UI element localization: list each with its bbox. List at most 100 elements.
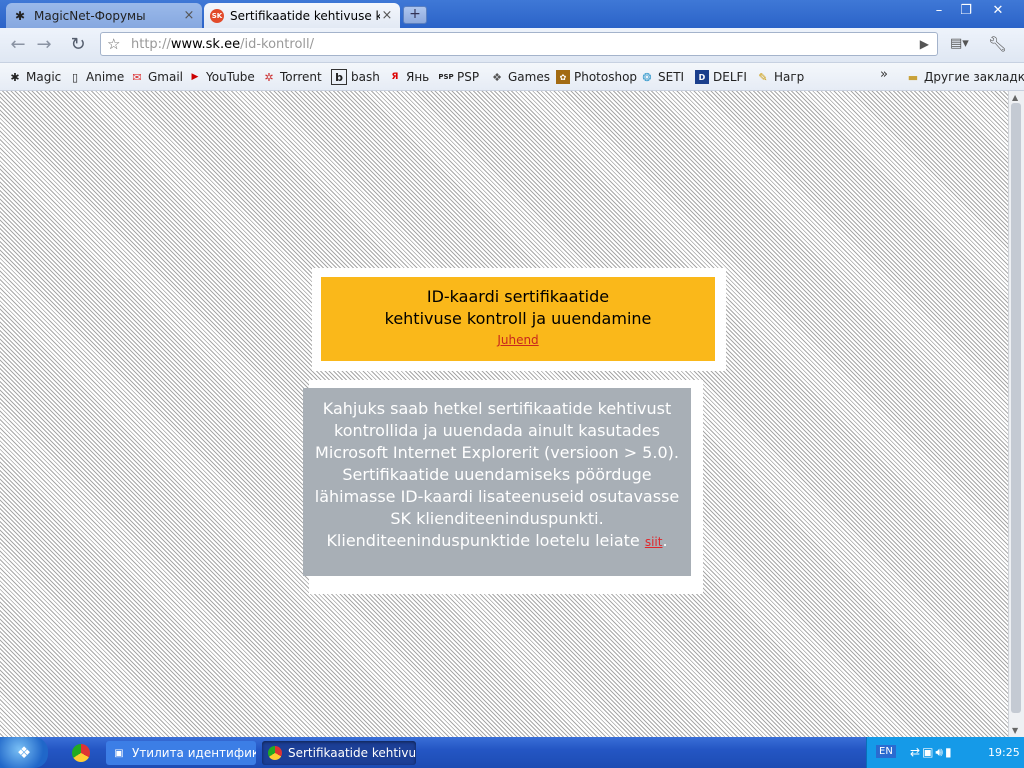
guide-link[interactable]: Juhend [321, 333, 715, 347]
url-host: www.sk.ee [170, 37, 241, 52]
bookmark-label: Другие закладки [924, 70, 1024, 84]
bookmark-yan[interactable]: Я Янь [388, 68, 430, 86]
page-icon: ▯ [71, 70, 79, 84]
bookmark-label: PSP [457, 70, 480, 84]
bookmark-label: Magic [26, 70, 62, 84]
star-icon[interactable]: ☆ [107, 35, 120, 53]
bookmark-anime[interactable]: ▯ Anime [68, 68, 124, 86]
bookmark-label: SETI [658, 70, 685, 84]
message-box: Kahjuks saab hetkel sertifikaatide kehti… [303, 388, 691, 576]
volume-icon[interactable]: 🔊︎ [935, 745, 945, 759]
psp-icon: PSP [438, 73, 454, 81]
page-title-line-2: kehtivuse kontroll ja uuendamine [384, 309, 652, 328]
back-arrow-icon[interactable]: ← [6, 32, 30, 56]
wrench-icon[interactable]: 🔧︎ [988, 35, 1007, 53]
tab-sertifikaatide[interactable]: SK Sertifikaatide kehtivuse ko... × [204, 3, 400, 28]
start-button[interactable]: ❖ [0, 737, 48, 768]
bookmark-magic[interactable]: ✱ Magic [8, 68, 61, 86]
scroll-up-icon[interactable]: ▲ [1012, 93, 1018, 102]
gmail-icon: ✉ [132, 70, 142, 84]
bookmark-youtube[interactable]: ▶ YouTube [188, 68, 255, 86]
message-last-suffix: . [662, 531, 668, 550]
taskbar-item-label: Sertifikaatide kehtivus... [288, 746, 416, 760]
utility-icon: ▣ [114, 747, 124, 759]
tab-magicnet[interactable]: ✱ MagicNet-Форумы × [6, 3, 202, 28]
language-indicator[interactable]: EN [876, 745, 896, 758]
ya-icon: Я [391, 72, 399, 82]
windows-logo-icon: ❖ [16, 743, 32, 762]
close-tab-icon[interactable]: × [182, 8, 196, 23]
chrome-quicklaunch-icon[interactable] [72, 744, 90, 762]
message-last-prefix: Klienditeeninduspunktide loetelu leiate [326, 531, 645, 550]
browser-toolbar: ← → ↻ ☆ http://www.sk.ee/id-kontroll/ ▶ … [0, 28, 1024, 63]
bookmark-label: Games [508, 70, 550, 84]
bookmark-label: Anime [86, 70, 125, 84]
youtube-icon: ▶ [191, 72, 199, 82]
bookmark-photoshop[interactable]: ✿ Photoshop [556, 68, 637, 86]
bookmark-psp[interactable]: PSP PSP [438, 68, 480, 86]
maximize-icon[interactable]: ❐ [953, 2, 979, 20]
scrollbar-thumb[interactable] [1011, 103, 1021, 713]
bookmark-games[interactable]: ❖ Games [490, 68, 550, 86]
new-tab-button[interactable]: + [403, 6, 427, 24]
title-box: ID-kaardi sertifikaatide kehtivuse kontr… [321, 277, 715, 361]
torrent-icon: ✲ [264, 70, 274, 84]
message-line: lähimasse ID-kaardi lisateenuseid osutav… [314, 487, 680, 506]
delfi-icon: D [695, 70, 709, 84]
message-line: kontrollida ja uuendada ainult kasutades [334, 421, 660, 440]
bookmarks-overflow-button[interactable]: » [880, 67, 888, 82]
bash-icon: b [331, 69, 347, 85]
folder-icon: ▬ [907, 70, 919, 84]
bookmark-label: DELFI [713, 70, 747, 84]
bookmark-delfi[interactable]: D DELFI [695, 68, 747, 86]
taskbar-item-utility[interactable]: ▣ Утилита идентифик... [106, 741, 256, 765]
bookmark-label: Янь [406, 70, 430, 84]
games-icon: ❖ [492, 70, 502, 84]
tab-title: MagicNet-Форумы [34, 8, 146, 23]
forward-arrow-icon[interactable]: → [32, 32, 56, 56]
bookmark-label: Photoshop [574, 70, 638, 84]
service-points-link[interactable]: siit [645, 535, 663, 549]
bookmark-seti[interactable]: ❂ SETI [640, 68, 684, 86]
vertical-scrollbar[interactable]: ▲ ▼ [1008, 91, 1024, 737]
close-window-icon[interactable]: ✕ [982, 2, 1014, 20]
photoshop-icon: ✿ [556, 70, 570, 84]
bookmark-nagr[interactable]: ✎ Нагр [756, 68, 804, 86]
bookmark-label: YouTube [206, 70, 255, 84]
bookmark-label: Torrent [280, 70, 322, 84]
battery-icon[interactable]: ▮ [945, 745, 954, 759]
spider-icon: ✱ [10, 70, 20, 84]
message-line-last: Klienditeeninduspunktide loetelu leiate … [303, 530, 691, 553]
message-line: Microsoft Internet Explorerit (versioon … [315, 443, 679, 462]
pencil-icon: ✎ [758, 70, 768, 84]
bookmark-gmail[interactable]: ✉ Gmail [130, 68, 183, 86]
tab-strip: ✱ MagicNet-Форумы × SK Sertifikaatide ke… [0, 0, 1024, 28]
page-menu-icon[interactable]: ▤▾ [950, 36, 969, 51]
bookmark-label: Gmail [148, 70, 184, 84]
go-icon[interactable]: ▶ [920, 37, 929, 51]
bookmark-label: Нагр [774, 70, 805, 84]
seti-icon: ❂ [642, 70, 652, 84]
scroll-down-icon[interactable]: ▼ [1012, 726, 1018, 735]
address-bar[interactable]: ☆ http://www.sk.ee/id-kontroll/ ▶ [100, 32, 938, 56]
bookmark-torrent[interactable]: ✲ Torrent [262, 68, 322, 86]
url-path: /id-kontroll/ [240, 37, 314, 52]
clock[interactable]: 19:25 [988, 746, 1020, 759]
other-bookmarks-button[interactable]: ▬ Другие закладки [906, 68, 1024, 86]
network-icon[interactable]: ⇄ [910, 745, 922, 759]
bookmark-label: bash [351, 70, 380, 84]
tray-icons[interactable]: ⇄▣🔊︎▮ [910, 745, 954, 760]
spider-icon: ✱ [14, 8, 26, 23]
taskbar-item-chrome[interactable]: Sertifikaatide kehtivus... [262, 741, 416, 765]
sk-favicon-icon: SK [210, 8, 224, 23]
bookmark-bash[interactable]: b bash [331, 68, 380, 86]
message-line: SK klienditeeninduspunkti. [390, 509, 604, 528]
minimize-icon[interactable]: – [926, 2, 952, 20]
bookmarks-bar: ✱ Magic ▯ Anime ✉ Gmail ▶ YouTube ✲ Torrent b… [0, 63, 1024, 91]
monitor-icon[interactable]: ▣ [922, 745, 935, 759]
url-text[interactable]: http://www.sk.ee/id-kontroll/ [131, 37, 314, 52]
chrome-icon [268, 746, 282, 760]
close-tab-icon[interactable]: × [380, 8, 394, 23]
taskbar: ❖ ▣ Утилита идентифик... Sertifikaatide … [0, 737, 1024, 768]
reload-icon[interactable]: ↻ [66, 32, 90, 56]
